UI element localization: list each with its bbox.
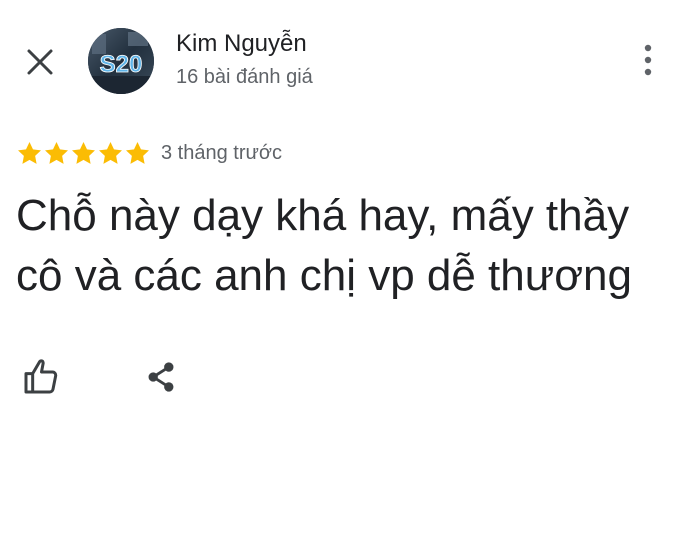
share-button[interactable]: [140, 356, 182, 398]
star-icon: [18, 141, 41, 164]
star-icon: [72, 141, 95, 164]
close-button[interactable]: [20, 42, 60, 82]
rating-row: 3 tháng trước: [16, 138, 282, 168]
review-count: 16 bài đánh giá: [176, 66, 313, 88]
share-icon: [148, 362, 174, 392]
avatar-text: S20: [100, 51, 143, 78]
review-text: Chỗ này dạy khá hay, mấy thầy cô và các …: [16, 191, 632, 300]
close-icon: [27, 49, 53, 75]
reviewer-name[interactable]: Kim Nguyễn: [176, 30, 307, 58]
like-button[interactable]: [20, 356, 62, 398]
more-vert-icon: [644, 44, 652, 76]
star-icon: [45, 141, 68, 164]
thumb-up-icon: [24, 359, 58, 394]
avatar[interactable]: S20: [88, 28, 154, 94]
star-rating: [16, 140, 151, 167]
more-options-button[interactable]: [628, 40, 668, 80]
review-time: 3 tháng trước: [161, 141, 283, 164]
star-icon: [126, 141, 149, 164]
star-icon: [99, 141, 122, 164]
